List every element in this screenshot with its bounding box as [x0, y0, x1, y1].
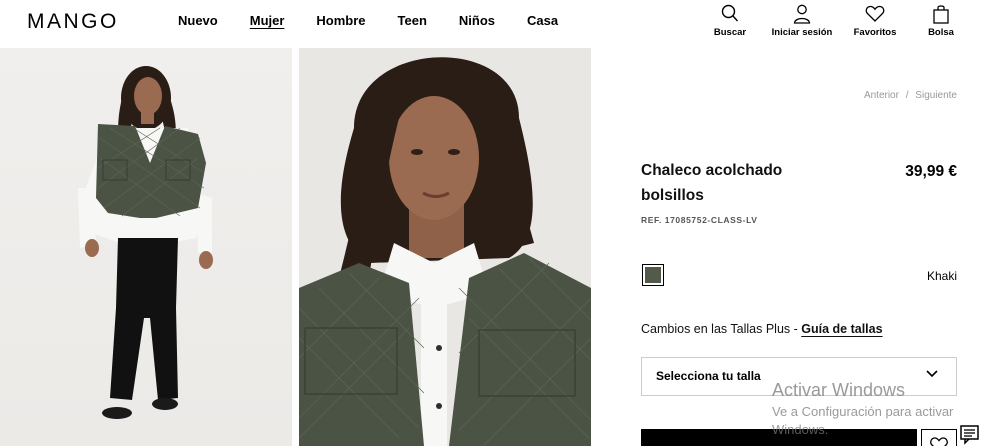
chat-icon — [960, 425, 979, 445]
user-icon — [793, 4, 811, 24]
header-actions: Buscar Iniciar sesión Favoritos Bolsa — [710, 4, 958, 38]
size-info: Cambios en las Tallas Plus - Guía de tal… — [641, 322, 883, 336]
login-label: Iniciar sesión — [771, 27, 833, 38]
favorites-button[interactable]: Favoritos — [848, 4, 902, 38]
nav-teen[interactable]: Teen — [398, 13, 427, 28]
product-price: 39,99 € — [905, 163, 957, 180]
nav-ninos[interactable]: Niños — [459, 13, 495, 28]
nav-hombre[interactable]: Hombre — [316, 13, 365, 28]
size-select-label: Selecciona tu talla — [656, 369, 761, 383]
windows-activation-watermark: Activar Windows Ve a Configuración para … — [772, 380, 982, 439]
heart-icon — [865, 5, 885, 22]
product-title: Chaleco acolchado bolsillos — [641, 162, 783, 204]
color-swatch-fill — [645, 267, 661, 283]
search-icon — [721, 4, 739, 22]
watermark-title: Activar Windows — [772, 380, 906, 400]
size-info-text: Cambios en las Tallas Plus - — [641, 322, 802, 336]
color-name: Khaki — [926, 269, 957, 283]
nav-casa[interactable]: Casa — [527, 13, 558, 28]
nav-nuevo[interactable]: Nuevo — [178, 13, 218, 28]
search-button[interactable]: Buscar — [710, 4, 750, 38]
chat-button[interactable] — [958, 422, 982, 446]
previous-link[interactable]: Anterior — [864, 90, 899, 101]
watermark-subtitle: Ve a Configuración para activar Windows. — [772, 404, 954, 437]
logo[interactable]: MANGO — [27, 10, 119, 34]
product-pager: Anterior / Siguiente — [864, 90, 957, 101]
product-image-closeup[interactable] — [299, 48, 591, 446]
model-full-body-illustration — [78, 66, 213, 419]
model-closeup-illustration — [299, 57, 591, 446]
main-nav: Nuevo Mujer Hombre Teen Niños Casa — [178, 13, 590, 28]
site-header: MANGO Nuevo Mujer Hombre Teen Niños Casa… — [0, 0, 982, 48]
bag-button[interactable]: Bolsa — [924, 4, 958, 38]
size-guide-link[interactable]: Guía de tallas — [801, 322, 882, 336]
next-link[interactable]: Siguiente — [915, 90, 957, 101]
color-swatch-khaki[interactable] — [642, 264, 664, 286]
pager-separator: / — [905, 90, 909, 101]
bag-label: Bolsa — [928, 27, 954, 38]
search-label: Buscar — [713, 27, 747, 38]
product-reference: REF. 17085752-CLASS-LV — [641, 215, 758, 225]
chevron-down-icon — [926, 370, 938, 378]
bag-icon — [933, 5, 949, 24]
product-image-full-body[interactable] — [0, 48, 292, 446]
login-button[interactable]: Iniciar sesión — [768, 4, 836, 38]
nav-mujer[interactable]: Mujer — [250, 13, 285, 28]
favorites-label: Favoritos — [853, 27, 897, 38]
